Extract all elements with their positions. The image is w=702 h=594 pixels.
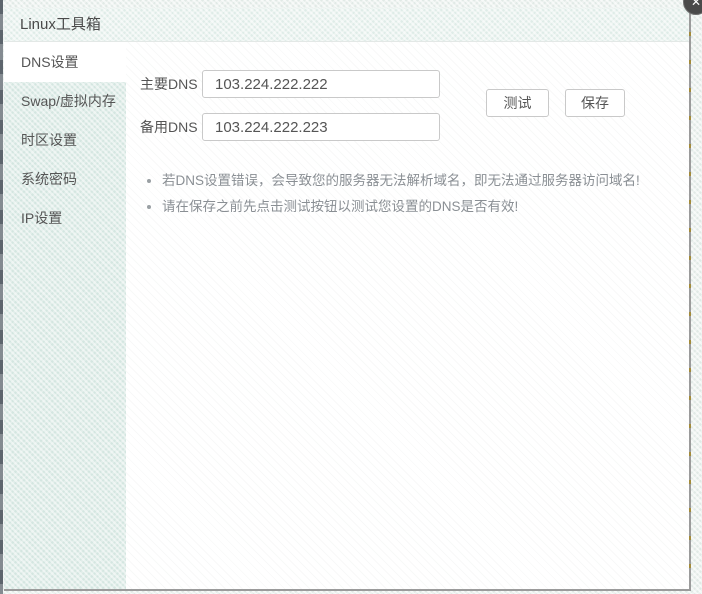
secondary-dns-input[interactable]: [202, 113, 440, 141]
sidebar-item-label: Swap/虚拟内存: [21, 93, 116, 109]
bullet-icon: [147, 179, 151, 183]
sidebar-item-timezone[interactable]: 时区设置: [4, 121, 126, 160]
dns-notes-list: 若DNS设置错误，会导致您的服务器无法解析域名，即无法通过服务器访问域名! 请在…: [140, 168, 669, 220]
linux-toolbox-dialog: Linux工具箱 DNS设置 Swap/虚拟内存 时区设置 系统密码 IP设置 …: [4, 8, 691, 591]
note-item: 若DNS设置错误，会导致您的服务器无法解析域名，即无法通过服务器访问域名!: [140, 168, 669, 194]
dialog-title: Linux工具箱: [20, 16, 101, 33]
sidebar-item-label: IP设置: [21, 210, 62, 226]
sidebar-item-dns-settings[interactable]: DNS设置: [4, 42, 126, 82]
sidebar-item-system-password[interactable]: 系统密码: [4, 160, 126, 199]
note-text: 若DNS设置错误，会导致您的服务器无法解析域名，即无法通过服务器访问域名!: [162, 173, 640, 188]
note-text: 请在保存之前先点击测试按钮以测试您设置的DNS是否有效!: [162, 199, 518, 214]
sidebar-item-label: DNS设置: [21, 54, 79, 70]
page-left-edge: [0, 0, 3, 594]
primary-dns-input[interactable]: [202, 70, 440, 98]
save-button[interactable]: 保存: [565, 89, 625, 117]
page-background: { "page": { "title": "Linux工具箱", "close_…: [0, 0, 702, 594]
primary-dns-label: 主要DNS: [140, 70, 198, 98]
sidebar-item-ip-settings[interactable]: IP设置: [4, 199, 126, 238]
bullet-icon: [147, 205, 151, 209]
sidebar-item-label: 时区设置: [21, 132, 77, 148]
dialog-titlebar: Linux工具箱: [4, 8, 689, 42]
dns-settings-panel: 主要DNS 备用DNS 测试 保存 若DNS设置错误，会导致您的服务器无法解析域…: [126, 42, 689, 589]
close-icon: ✕: [691, 0, 701, 9]
sidebar-item-swap-memory[interactable]: Swap/虚拟内存: [4, 82, 126, 121]
test-button[interactable]: 测试: [486, 89, 549, 117]
secondary-dns-label: 备用DNS: [140, 113, 198, 141]
sidebar: DNS设置 Swap/虚拟内存 时区设置 系统密码 IP设置: [4, 42, 126, 589]
note-item: 请在保存之前先点击测试按钮以测试您设置的DNS是否有效!: [140, 194, 669, 220]
sidebar-item-label: 系统密码: [21, 171, 77, 187]
